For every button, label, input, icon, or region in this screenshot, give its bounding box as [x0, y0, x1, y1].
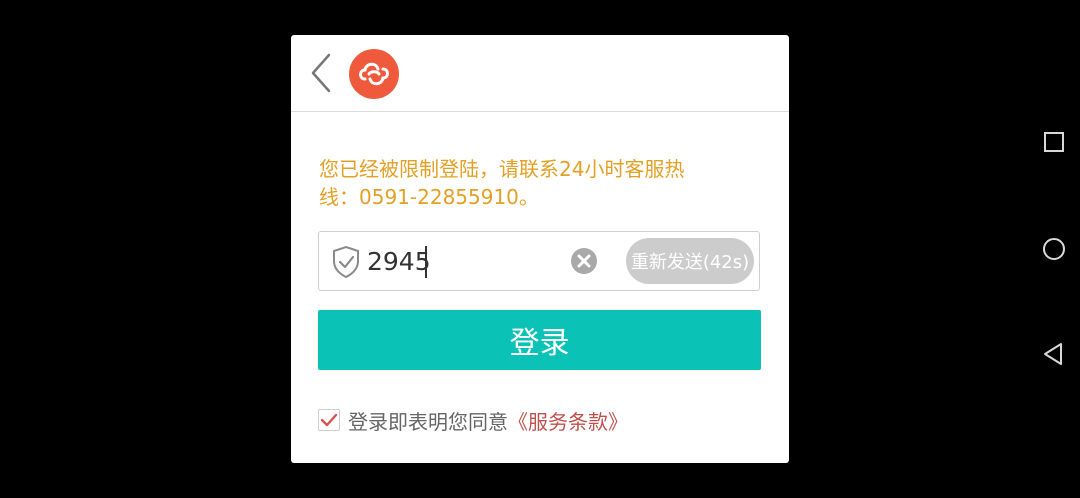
- home-circle-icon[interactable]: [1040, 235, 1068, 263]
- restriction-notice: 您已经被限制登陆，请联系24小时客服热 线：0591-22855910。: [319, 157, 685, 209]
- checkmark-icon: [320, 413, 338, 427]
- verification-code-field: 重新发送(42s): [318, 231, 760, 291]
- login-dialog: 您已经被限制登陆，请联系24小时客服热 线：0591-22855910。 重新发…: [291, 35, 789, 463]
- back-button[interactable]: [305, 51, 337, 95]
- resend-code-button[interactable]: 重新发送(42s): [626, 238, 754, 284]
- recents-square-icon[interactable]: [1040, 128, 1068, 156]
- dialog-header: [291, 35, 789, 112]
- agreement-text: 登录即表明您同意: [348, 409, 508, 434]
- chevron-left-icon: [311, 53, 331, 93]
- agreement-checkbox[interactable]: [318, 409, 340, 431]
- terms-of-service-link[interactable]: 《服务条款》: [508, 406, 628, 435]
- login-button[interactable]: 登录: [318, 310, 761, 370]
- back-triangle-icon[interactable]: [1040, 340, 1068, 368]
- android-nav-bar: [1030, 0, 1080, 498]
- verification-code-input[interactable]: [367, 242, 567, 280]
- screen: 您已经被限制登陆，请联系24小时客服热 线：0591-22855910。 重新发…: [0, 0, 1080, 498]
- shield-check-icon: [333, 245, 359, 279]
- text-caret: [425, 246, 427, 278]
- agreement-row: 登录即表明您同意 《服务条款》: [318, 406, 628, 434]
- clear-circle-icon[interactable]: [570, 247, 598, 275]
- cloud-logo-icon: [349, 49, 399, 99]
